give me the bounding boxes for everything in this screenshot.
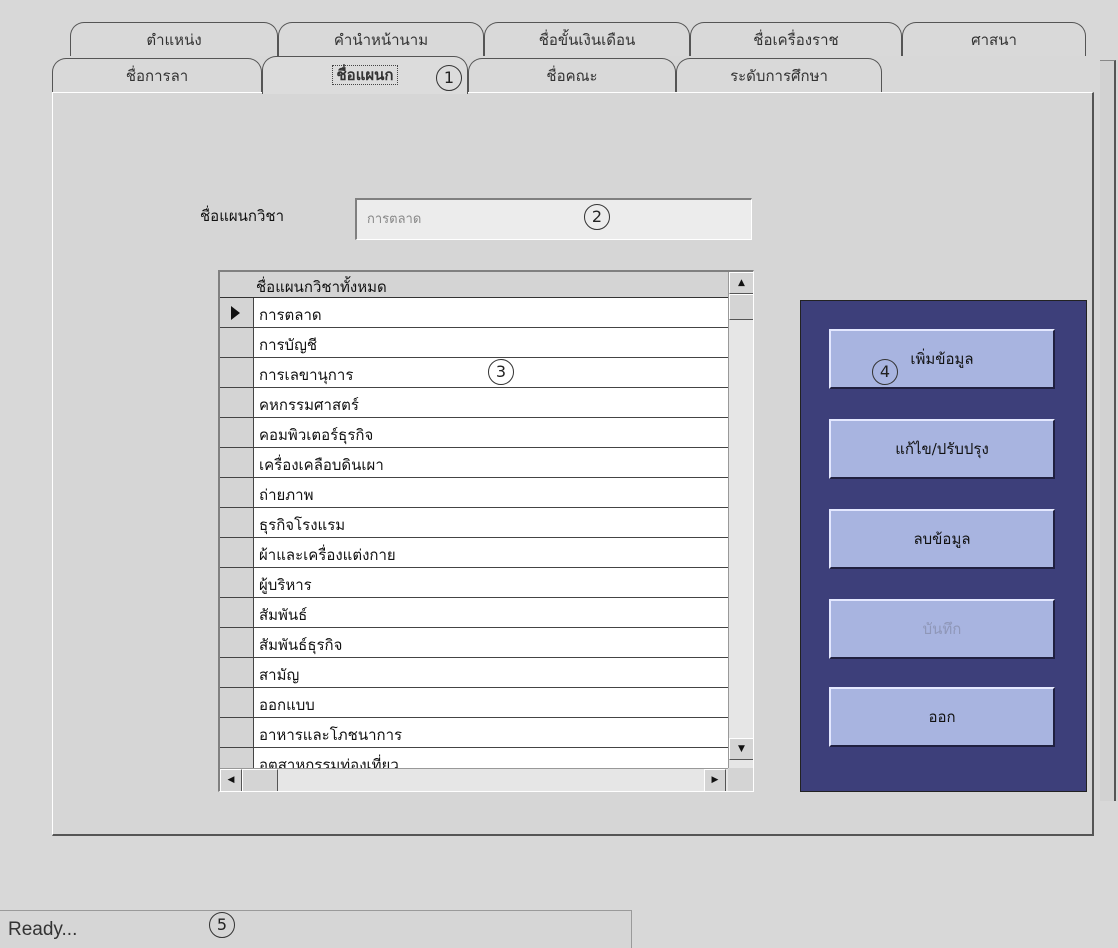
tab-faculty[interactable]: ชื่อคณะ	[468, 58, 676, 92]
callout-marker-3: 3	[488, 359, 514, 385]
table-cell: ผู้บริหาร	[259, 576, 312, 594]
department-name-label: ชื่อแผนกวิชา	[200, 207, 285, 225]
table-cell: ธุรกิจโรงแรม	[259, 516, 346, 534]
scroll-thumb[interactable]	[729, 294, 753, 320]
grid-body: การตลาด การบัญชี การเลขานุการ คหกรรมศาสต…	[220, 298, 728, 778]
callout-marker-1: 1	[436, 65, 462, 91]
add-record-button[interactable]: เพิ่มข้อมูล	[829, 329, 1055, 389]
table-cell: ผ้าและเครื่องแต่งกาย	[259, 546, 396, 564]
scroll-down-icon[interactable]: ▼	[729, 738, 753, 760]
row-selector[interactable]	[220, 448, 254, 477]
table-row[interactable]: ธุรกิจโรงแรม	[220, 508, 728, 538]
table-row[interactable]: คอมพิวเตอร์ธุรกิจ	[220, 418, 728, 448]
table-row[interactable]: สัมพันธ์ธุรกิจ	[220, 628, 728, 658]
edit-record-button[interactable]: แก้ไข/ปรับปรุง	[829, 419, 1055, 479]
table-cell: สามัญ	[259, 666, 300, 684]
vertical-scrollbar[interactable]: ▲ ▼	[728, 272, 753, 768]
scroll-left-icon[interactable]: ◀	[220, 769, 242, 791]
row-selector[interactable]	[220, 568, 254, 597]
tab-salary-step[interactable]: ชื่อขั้นเงินเดือน	[484, 22, 690, 56]
row-selector[interactable]	[220, 298, 254, 327]
scrollbar-corner	[728, 768, 753, 791]
table-cell: การบัญชี	[259, 336, 318, 354]
row-selector[interactable]	[220, 718, 254, 747]
table-row[interactable]: ผ้าและเครื่องแต่งกาย	[220, 538, 728, 568]
exit-button[interactable]: ออก	[829, 687, 1055, 747]
scroll-up-icon[interactable]: ▲	[729, 272, 753, 294]
table-row[interactable]: อาหารและโภชนาการ	[220, 718, 728, 748]
row-selector[interactable]	[220, 328, 254, 357]
table-cell: ออกแบบ	[259, 696, 315, 714]
horizontal-scroll-thumb[interactable]	[242, 769, 278, 791]
table-row[interactable]: ถ่ายภาพ	[220, 478, 728, 508]
tab-royal-decoration[interactable]: ชื่อเครื่องราช	[690, 22, 902, 56]
table-cell: สัมพันธ์ธุรกิจ	[259, 636, 343, 654]
table-cell: การเลขานุการ	[259, 366, 354, 384]
table-cell: ถ่ายภาพ	[259, 486, 314, 504]
tab-position[interactable]: ตำแหน่ง	[70, 22, 278, 56]
table-cell: สัมพันธ์	[259, 606, 308, 624]
callout-marker-2: 2	[584, 204, 610, 230]
tab-department-label: ชื่อแผนก	[331, 65, 399, 85]
current-row-arrow-icon	[231, 306, 240, 320]
row-selector[interactable]	[220, 508, 254, 537]
table-row[interactable]: สัมพันธ์	[220, 598, 728, 628]
callout-marker-4: 4	[872, 359, 898, 385]
scroll-right-icon[interactable]: ▶	[704, 769, 726, 791]
row-selector[interactable]	[220, 598, 254, 627]
row-selector[interactable]	[220, 538, 254, 567]
table-cell: คหกรรมศาสตร์	[259, 396, 359, 414]
table-cell: การตลาด	[259, 306, 322, 324]
callout-marker-5: 5	[209, 912, 235, 938]
tab-panel-back-edge	[1100, 60, 1116, 801]
tab-name-prefix[interactable]: คำนำหน้านาม	[278, 22, 484, 56]
tab-education-level[interactable]: ระดับการศึกษา	[676, 58, 882, 92]
row-selector[interactable]	[220, 688, 254, 717]
table-row[interactable]: การเลขานุการ	[220, 358, 728, 388]
grid-header: ชื่อแผนกวิชาทั้งหมด	[220, 272, 728, 298]
row-selector[interactable]	[220, 478, 254, 507]
tab-leave-type[interactable]: ชื่อการลา	[52, 58, 262, 92]
horizontal-scrollbar[interactable]: ◀ ▶	[220, 768, 728, 791]
save-button[interactable]: บันทึก	[829, 599, 1055, 659]
table-cell: เครื่องเคลือบดินเผา	[259, 456, 384, 474]
status-text: Ready...	[8, 919, 78, 940]
department-name-input[interactable]: การตลาด	[355, 198, 752, 240]
department-list-grid[interactable]: ชื่อแผนกวิชาทั้งหมด การตลาด การบัญชี การ…	[218, 270, 754, 792]
table-row[interactable]: สามัญ	[220, 658, 728, 688]
table-row[interactable]: คหกรรมศาสตร์	[220, 388, 728, 418]
tab-religion[interactable]: ศาสนา	[902, 22, 1086, 56]
row-selector[interactable]	[220, 358, 254, 387]
row-selector[interactable]	[220, 388, 254, 417]
row-selector[interactable]	[220, 628, 254, 657]
row-selector[interactable]	[220, 658, 254, 687]
row-selector[interactable]	[220, 418, 254, 447]
action-button-panel: เพิ่มข้อมูล แก้ไข/ปรับปรุง ลบข้อมูล บันท…	[800, 300, 1087, 792]
status-bar: Ready...	[0, 910, 632, 948]
table-cell: คอมพิวเตอร์ธุรกิจ	[259, 426, 374, 444]
grid-header-label: ชื่อแผนกวิชาทั้งหมด	[256, 278, 387, 296]
table-row[interactable]: การบัญชี	[220, 328, 728, 358]
table-cell: อาหารและโภชนาการ	[259, 726, 403, 744]
table-row[interactable]: การตลาด	[220, 298, 728, 328]
table-row[interactable]: เครื่องเคลือบดินเผา	[220, 448, 728, 478]
table-row[interactable]: ผู้บริหาร	[220, 568, 728, 598]
table-row[interactable]: ออกแบบ	[220, 688, 728, 718]
delete-record-button[interactable]: ลบข้อมูล	[829, 509, 1055, 569]
